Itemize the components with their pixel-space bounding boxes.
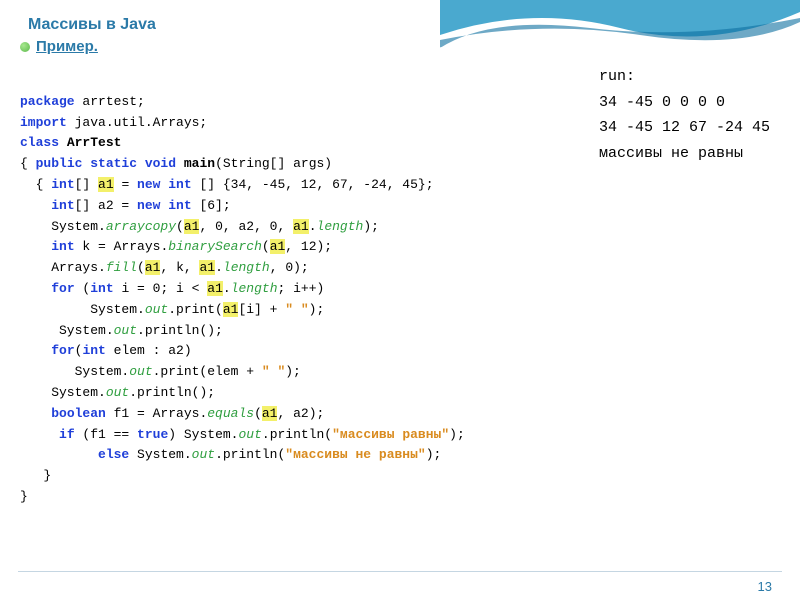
output-line: 34 -45 0 0 0 0 — [599, 90, 770, 116]
output-line: 34 -45 12 67 -24 45 — [599, 115, 770, 141]
page-number: 13 — [758, 579, 772, 594]
slide-subtitle: Пример. — [36, 38, 98, 55]
divider — [18, 571, 782, 572]
output-line: массивы не равны — [599, 141, 770, 167]
output-line: run: — [599, 64, 770, 90]
bullet-icon — [20, 42, 30, 52]
slide-title: Массивы в Java — [0, 0, 800, 38]
program-output: run: 34 -45 0 0 0 0 34 -45 12 67 -24 45 … — [599, 64, 770, 166]
